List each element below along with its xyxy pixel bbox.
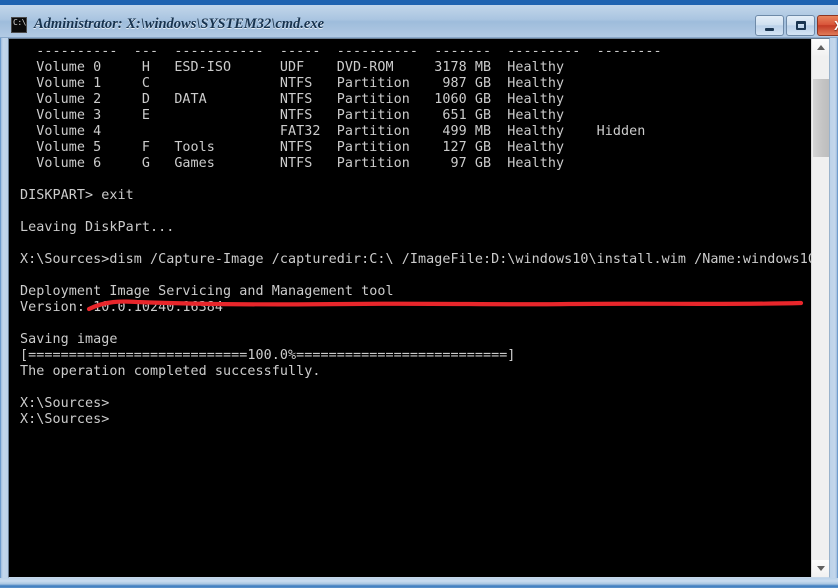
vertical-scrollbar[interactable] bbox=[811, 39, 829, 577]
window-border-right bbox=[830, 38, 838, 588]
cmd-window: C:\ Administrator: X:\windows\SYSTEM32\c… bbox=[0, 0, 838, 588]
title-bar[interactable]: C:\ Administrator: X:\windows\SYSTEM32\c… bbox=[0, 0, 838, 38]
close-icon: X bbox=[818, 16, 838, 35]
scroll-down-arrow-icon bbox=[816, 566, 825, 571]
scroll-up-arrow-icon bbox=[816, 45, 825, 50]
window-border-left bbox=[0, 38, 8, 588]
window-title: Administrator: X:\windows\SYSTEM32\cmd.e… bbox=[34, 16, 325, 32]
scroll-thumb[interactable] bbox=[813, 79, 829, 157]
maximize-button[interactable] bbox=[786, 15, 815, 36]
maximize-icon bbox=[787, 16, 814, 35]
minimize-button[interactable] bbox=[755, 15, 784, 36]
window-border-bottom bbox=[0, 578, 838, 588]
minimize-icon bbox=[756, 16, 783, 35]
title-bar-surface: C:\ Administrator: X:\windows\SYSTEM32\c… bbox=[0, 5, 838, 38]
console-text: ---------- --- ----------- ----- -------… bbox=[20, 44, 813, 427]
cmd-console-icon: C:\ bbox=[11, 17, 27, 33]
console-output[interactable]: ---------- --- ----------- ----- -------… bbox=[9, 39, 813, 577]
scroll-up-arrow[interactable] bbox=[812, 39, 829, 56]
close-button[interactable]: X bbox=[817, 15, 838, 36]
scroll-down-arrow[interactable] bbox=[812, 560, 829, 577]
console-client-area: ---------- --- ----------- ----- -------… bbox=[8, 38, 830, 578]
cmd-console-icon-glyph: C:\ bbox=[13, 18, 26, 27]
